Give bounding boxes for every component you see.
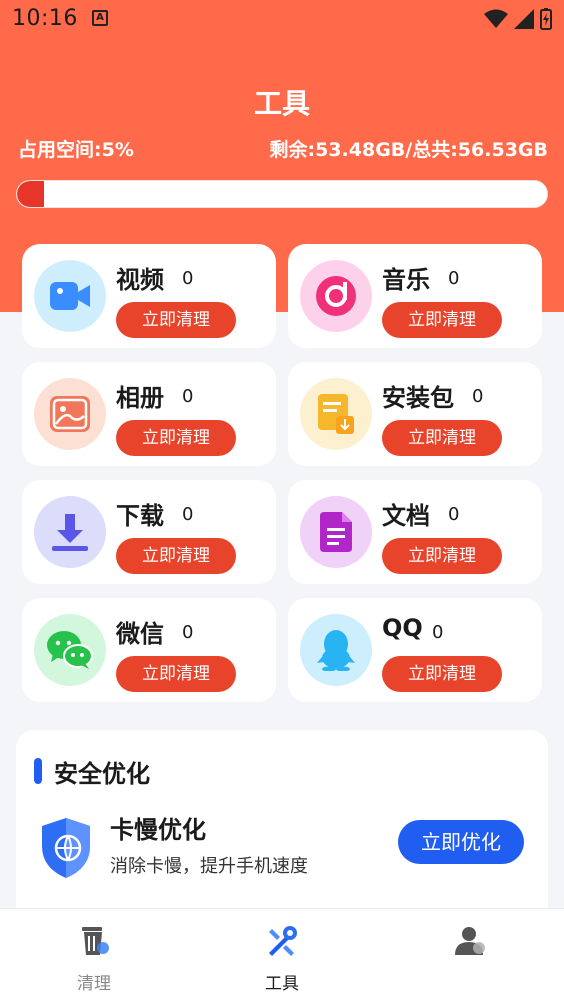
video-icon — [34, 260, 106, 332]
tab-label: 工具 — [265, 974, 299, 994]
card-count: 0 — [182, 386, 194, 407]
tab-clean[interactable]: 清理 — [0, 909, 188, 1004]
battery-icon — [540, 8, 552, 30]
signal-icon — [514, 9, 534, 29]
document-icon — [300, 496, 372, 568]
status-icons — [484, 8, 552, 30]
space-remaining-label: 剩余:53.48GB/总共:56.53GB — [269, 139, 549, 161]
card-count: 0 — [472, 386, 484, 407]
tab-profile[interactable] — [376, 909, 564, 1004]
storage-progress-bar — [16, 180, 548, 208]
section-title: 安全优化 — [54, 760, 150, 788]
download-icon — [34, 496, 106, 568]
card-video: 视频 0 立即清理 — [22, 244, 276, 348]
card-document: 文档 0 立即清理 — [288, 480, 542, 584]
music-icon — [300, 260, 372, 332]
photo-album-icon — [34, 378, 106, 450]
trash-icon — [82, 927, 109, 955]
status-bar: 10:16 A — [0, 0, 564, 40]
card-qq: QQ 0 立即清理 — [288, 598, 542, 702]
card-title: 微信 — [116, 620, 164, 648]
lag-optimization-desc: 消除卡慢，提升手机速度 — [110, 856, 308, 877]
card-count: 0 — [182, 268, 194, 289]
clean-button-album[interactable]: 立即清理 — [116, 420, 236, 456]
shield-icon — [42, 818, 90, 878]
wifi-icon — [484, 9, 508, 28]
card-title: 文档 — [382, 502, 430, 530]
clean-button-video[interactable]: 立即清理 — [116, 302, 236, 338]
clean-button-qq[interactable]: 立即清理 — [382, 656, 502, 692]
card-album: 相册 0 立即清理 — [22, 362, 276, 466]
status-time: 10:16 — [12, 6, 78, 31]
clean-button-wechat[interactable]: 立即清理 — [116, 656, 236, 692]
card-count: 0 — [182, 622, 194, 643]
tab-tools[interactable]: 工具 — [188, 909, 376, 1004]
clean-button-download[interactable]: 立即清理 — [116, 538, 236, 574]
notification-icon: A — [92, 10, 108, 26]
clean-button-music[interactable]: 立即清理 — [382, 302, 502, 338]
space-used-label: 占用空间:5% — [18, 139, 134, 161]
section-accent-bar — [34, 758, 42, 784]
card-install-package: 安装包 0 立即清理 — [288, 362, 542, 466]
tools-icon — [269, 926, 297, 956]
wechat-icon — [34, 614, 106, 686]
card-title: 音乐 — [382, 266, 430, 294]
qq-icon — [300, 614, 372, 686]
card-music: 音乐 0 立即清理 — [288, 244, 542, 348]
card-count: 0 — [448, 504, 460, 525]
card-title: QQ — [382, 614, 423, 642]
card-download: 下载 0 立即清理 — [22, 480, 276, 584]
storage-progress-fill — [17, 181, 44, 207]
card-count: 0 — [182, 504, 194, 525]
clean-button-install-package[interactable]: 立即清理 — [382, 420, 502, 456]
lag-optimization-title: 卡慢优化 — [110, 816, 206, 844]
card-title: 安装包 — [382, 384, 454, 412]
user-profile-icon — [455, 927, 485, 955]
tab-label: 清理 — [77, 974, 111, 994]
safety-optimization-section: 安全优化 卡慢优化 消除卡慢，提升手机速度 立即优化 — [16, 730, 548, 930]
card-title: 下载 — [116, 502, 164, 530]
install-package-icon — [300, 378, 372, 450]
card-title: 相册 — [116, 384, 164, 412]
card-title: 视频 — [116, 266, 164, 294]
card-count: 0 — [432, 622, 444, 643]
page-title: 工具 — [253, 87, 310, 120]
card-wechat: 微信 0 立即清理 — [22, 598, 276, 702]
clean-button-document[interactable]: 立即清理 — [382, 538, 502, 574]
optimize-button[interactable]: 立即优化 — [398, 820, 524, 864]
bottom-tab-bar: 清理 工具 — [0, 908, 564, 1004]
card-count: 0 — [448, 268, 460, 289]
